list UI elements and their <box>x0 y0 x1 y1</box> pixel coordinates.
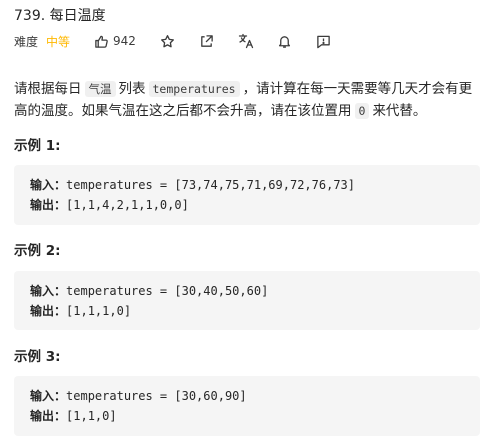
translate-icon[interactable] <box>238 33 254 49</box>
star-icon[interactable] <box>160 33 176 49</box>
example-code-block: 输入：temperatures = [73,74,75,71,69,72,76,… <box>14 165 480 225</box>
output-value: [1,1,0] <box>66 409 117 423</box>
output-value: [1,1,1,0] <box>66 304 132 318</box>
example-output-line: 输出：[1,1,1,0] <box>30 302 131 319</box>
difficulty-badge: 中等 <box>46 34 71 49</box>
example-input-line: 输入：temperatures = [73,74,75,71,69,72,76,… <box>30 176 355 193</box>
example-heading: 示例 2: <box>14 243 61 259</box>
input-value: temperatures = [30,40,50,60] <box>66 284 269 298</box>
input-value: temperatures = [73,74,75,71,69,72,76,73] <box>66 178 355 192</box>
example-code-block: 输入：temperatures = [30,40,50,60] 输出：[1,1,… <box>14 271 480 330</box>
example-input-line: 输入：temperatures = [30,60,90] <box>30 387 247 404</box>
inline-code: temperatures <box>148 81 240 97</box>
share-icon[interactable] <box>199 33 215 49</box>
example-code-block: 输入：temperatures = [30,60,90] 输出：[1,1,0] <box>14 376 480 436</box>
thumbs-up-icon[interactable] <box>93 33 109 49</box>
description-text: 列表 <box>118 81 146 97</box>
output-label: 输出： <box>30 198 67 212</box>
like-count: 942 <box>113 34 136 48</box>
description-text: 来代替。 <box>372 103 427 119</box>
output-label: 输出： <box>30 409 67 423</box>
difficulty-label: 难度 <box>14 34 39 49</box>
output-value: [1,1,4,2,1,1,0,0] <box>66 198 189 212</box>
example-output-line: 输出：[1,1,4,2,1,1,0,0] <box>30 196 189 213</box>
example-input-line: 输入：temperatures = [30,40,50,60] <box>30 282 268 299</box>
output-label: 输出： <box>30 304 67 318</box>
input-label: 输入： <box>30 389 67 403</box>
description-text: 请根据每日 <box>14 81 82 97</box>
input-label: 输入： <box>30 284 67 298</box>
feedback-icon[interactable] <box>316 33 332 49</box>
problem-meta-bar: 难度 中等 942 <box>14 30 332 52</box>
input-label: 输入： <box>30 178 67 192</box>
example-heading: 示例 3: <box>14 349 61 365</box>
inline-code: 0 <box>354 103 370 119</box>
example-output-line: 输出：[1,1,0] <box>30 407 117 424</box>
example-heading: 示例 1: <box>14 138 61 154</box>
bell-icon[interactable] <box>277 33 293 49</box>
problem-description: 请根据每日 气温 列表 temperatures ，请计算在每一天需要等几天才会有更高的… <box>14 78 476 122</box>
problem-title: 739. 每日温度 <box>14 8 106 24</box>
inline-code: 气温 <box>84 81 116 97</box>
input-value: temperatures = [30,60,90] <box>66 389 247 403</box>
